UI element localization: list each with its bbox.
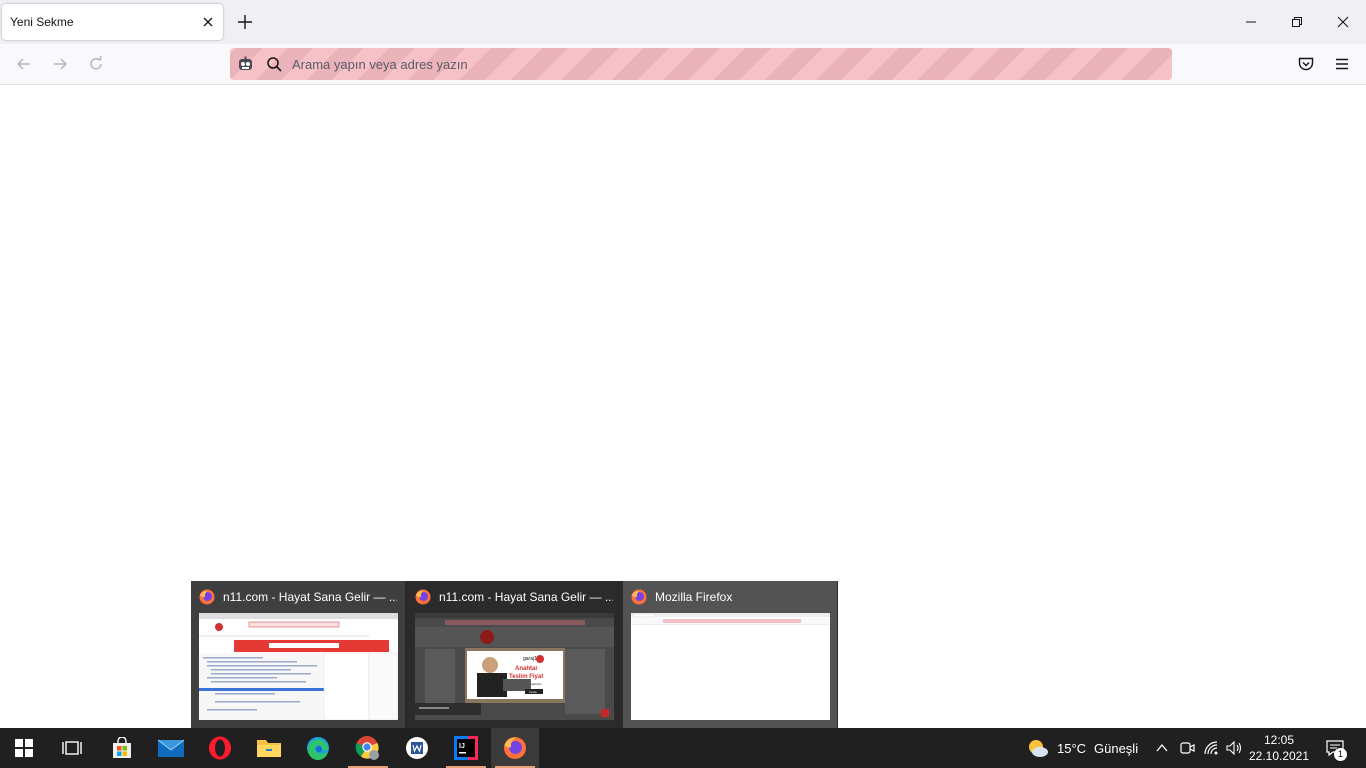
weather-temperature[interactable]: 15°C xyxy=(1057,741,1086,756)
network-wifi-icon[interactable] xyxy=(1203,740,1221,756)
weather-sun-icon[interactable] xyxy=(1027,738,1049,758)
intellij-icon: IJ xyxy=(454,736,478,760)
thumbnail-window-1[interactable]: n11.com - Hayat Sana Gelir — ... xyxy=(191,581,405,728)
close-tab-icon[interactable] xyxy=(200,14,216,30)
chevron-up-icon[interactable] xyxy=(1155,741,1169,755)
ad-button: İncele xyxy=(529,689,537,694)
search-icon xyxy=(266,56,283,73)
ad-line-1: Anahtar xyxy=(515,666,538,672)
weather-condition[interactable]: Güneşli xyxy=(1094,741,1138,756)
folder-icon xyxy=(257,740,281,757)
thumbnail-title: n11.com - Hayat Sana Gelir — ... xyxy=(223,590,397,604)
windows-logo-icon xyxy=(15,739,33,757)
edge-button[interactable] xyxy=(294,728,342,768)
thumbnail-title: Mozilla Firefox xyxy=(655,590,733,604)
reload-icon[interactable] xyxy=(87,55,105,73)
thumbnail-title: n11.com - Hayat Sana Gelir — ... xyxy=(439,590,613,604)
thumbnail-preview-image xyxy=(631,613,830,720)
chrome-button[interactable] xyxy=(344,728,392,768)
restore-button[interactable] xyxy=(1274,0,1320,44)
intellij-button[interactable]: IJ xyxy=(442,728,490,768)
clock-date: 22.10.2021 xyxy=(1248,749,1310,763)
firefox-icon xyxy=(504,737,526,759)
close-window-button[interactable] xyxy=(1320,0,1366,44)
clock[interactable]: 12:05 22.10.2021 xyxy=(1247,732,1311,764)
thumbnail-preview-image xyxy=(199,613,398,720)
word-icon xyxy=(406,737,428,759)
minimize-button[interactable] xyxy=(1228,0,1274,44)
meet-now-icon[interactable] xyxy=(1179,740,1195,756)
svg-text:IJ: IJ xyxy=(459,743,465,750)
firefox-icon xyxy=(199,589,215,605)
chrome-icon xyxy=(355,736,379,760)
word-button[interactable] xyxy=(393,728,441,768)
volume-icon[interactable] xyxy=(1226,740,1244,756)
url-bar[interactable]: Arama yapın veya adres yazın xyxy=(230,48,1172,80)
url-input-placeholder[interactable]: Arama yapın veya adres yazın xyxy=(292,57,468,72)
opera-icon xyxy=(209,736,231,760)
notification-count-badge: 1 xyxy=(1334,748,1347,761)
mail-button[interactable] xyxy=(147,728,195,768)
microsoft-store-button[interactable] xyxy=(98,728,146,768)
new-tab-button[interactable] xyxy=(235,12,255,32)
start-button[interactable] xyxy=(0,728,48,768)
firefox-icon xyxy=(631,589,647,605)
firefox-button[interactable] xyxy=(491,728,539,768)
opera-button[interactable] xyxy=(196,728,244,768)
clock-time: 12:05 xyxy=(1263,733,1295,747)
task-view-icon xyxy=(62,741,82,755)
robot-icon xyxy=(237,56,254,73)
file-explorer-button[interactable] xyxy=(245,728,293,768)
windows-taskbar: IJ 15°C Güneşli 12:05 22.10.2021 1 xyxy=(0,728,1366,768)
firefox-icon xyxy=(415,589,431,605)
thumbnail-window-2[interactable]: n11.com - Hayat Sana Gelir — ... garaj11… xyxy=(407,581,621,728)
task-view-button[interactable] xyxy=(48,728,96,768)
edge-icon xyxy=(307,737,329,760)
back-arrow-icon[interactable] xyxy=(15,55,33,73)
tab-new-tab[interactable]: Yeni Sekme xyxy=(2,4,223,40)
store-icon xyxy=(113,737,131,758)
menu-hamburger-icon[interactable] xyxy=(1333,55,1351,73)
thumbnail-window-3[interactable]: Mozilla Firefox xyxy=(623,581,837,728)
taskbar-thumbnail-preview: n11.com - Hayat Sana Gelir — ... n11.com… xyxy=(191,581,838,728)
tab-title: Yeni Sekme xyxy=(10,15,74,29)
notifications-button[interactable]: 1 xyxy=(1325,738,1347,761)
thumbnail-preview-image: garaj11 Anahtar Teslim Fiyat garaj11'de!… xyxy=(415,613,614,720)
mail-icon xyxy=(158,739,184,757)
navigation-toolbar: Arama yapın veya adres yazın xyxy=(0,44,1366,85)
tab-strip: Yeni Sekme xyxy=(0,0,1366,44)
pocket-icon[interactable] xyxy=(1297,55,1315,73)
forward-arrow-icon[interactable] xyxy=(51,55,69,73)
